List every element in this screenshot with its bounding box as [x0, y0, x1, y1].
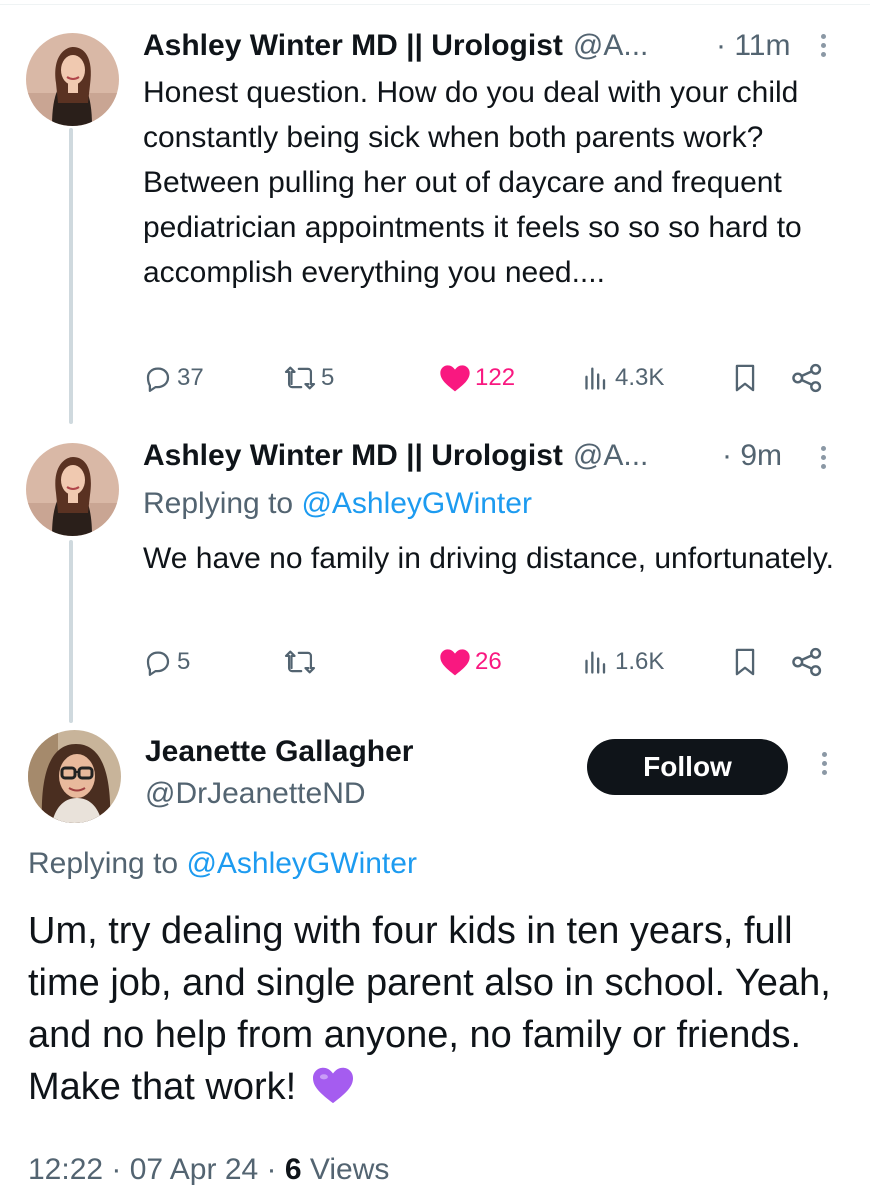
retweet-count: 5: [321, 364, 335, 391]
retweet-button[interactable]: [283, 642, 321, 682]
author-name[interactable]: Jeanette Gallagher: [145, 734, 413, 770]
thread-line: [69, 128, 73, 424]
replying-label: Replying to: [28, 847, 179, 880]
tweet-time[interactable]: 12:22: [28, 1153, 103, 1186]
views-label: Views: [309, 1153, 390, 1186]
reply-button[interactable]: 5: [143, 642, 190, 682]
more-icon[interactable]: [820, 34, 828, 61]
retweet-button[interactable]: 5: [283, 358, 334, 398]
bookmark-icon: [735, 364, 755, 392]
reply-count: 5: [177, 648, 191, 675]
more-icon[interactable]: [821, 752, 829, 779]
like-button[interactable]: 122: [439, 358, 515, 398]
author-handle[interactable]: @DrJeanetteND: [145, 776, 366, 812]
share-icon: [792, 647, 822, 677]
views-button[interactable]: 1.6K: [583, 642, 664, 682]
like-icon: [440, 365, 470, 392]
tweet-text-content: Um, try dealing with four kids in ten ye…: [28, 910, 831, 1108]
tweet-actions: 5 26 1.6K: [143, 642, 843, 682]
bookmark-icon: [735, 648, 755, 676]
avatar[interactable]: [26, 443, 119, 536]
tweet-meta: 12:22 · 07 Apr 24 · 6 Views: [28, 1153, 390, 1186]
tweet-time[interactable]: · 11m: [716, 28, 790, 64]
bookmark-button[interactable]: [731, 642, 759, 682]
reply-count: 37: [177, 364, 204, 391]
views-count: 4.3K: [615, 364, 665, 391]
tweet-time[interactable]: · 9m: [722, 438, 782, 474]
like-count: 26: [475, 648, 502, 675]
more-icon[interactable]: [820, 446, 828, 473]
author-handle[interactable]: @A...: [573, 438, 648, 474]
follow-button[interactable]: Follow: [587, 739, 788, 795]
reply-icon: [146, 367, 170, 392]
views-button[interactable]: 4.3K: [583, 358, 664, 398]
views-icon: [585, 651, 606, 674]
like-icon: [440, 649, 470, 676]
share-button[interactable]: [791, 642, 823, 682]
retweet-icon: [284, 366, 316, 390]
retweet-icon: [284, 650, 316, 674]
views-count: 1.6K: [615, 648, 665, 675]
tweet-text: Honest question. How do you deal with yo…: [143, 76, 802, 289]
reply-button[interactable]: 37: [143, 358, 204, 398]
avatar[interactable]: [28, 730, 121, 823]
tweet-text: Um, try dealing with four kids in ten ye…: [28, 905, 858, 1119]
share-button[interactable]: [791, 358, 823, 398]
replying-handle-link[interactable]: @AshleyGWinter: [301, 487, 532, 520]
author-handle[interactable]: @A...: [573, 28, 648, 64]
author-name[interactable]: Ashley Winter MD || Urologist: [143, 438, 563, 474]
bookmark-button[interactable]: [731, 358, 759, 398]
replying-to: Replying to @AshleyGWinter: [28, 846, 417, 882]
tweet-date[interactable]: 07 Apr 24: [130, 1153, 258, 1186]
tweet-actions: 37 5 122 4.3K: [143, 358, 843, 398]
purple-heart-emoji: [311, 1065, 355, 1119]
tweet-text: We have no family in driving distance, u…: [143, 542, 834, 575]
replying-label: Replying to: [143, 487, 294, 520]
like-button[interactable]: 26: [439, 642, 502, 682]
thread-line: [69, 540, 73, 723]
author-name[interactable]: Ashley Winter MD || Urologist: [143, 28, 563, 64]
reply-icon: [146, 651, 170, 676]
replying-to: Replying to @AshleyGWinter: [143, 486, 532, 522]
avatar[interactable]: [26, 33, 119, 126]
views-icon: [585, 367, 606, 390]
replying-handle-link[interactable]: @AshleyGWinter: [186, 847, 417, 880]
top-divider: [0, 4, 870, 5]
like-count: 122: [475, 364, 516, 391]
views-count[interactable]: 6: [285, 1153, 302, 1186]
share-icon: [792, 363, 822, 393]
